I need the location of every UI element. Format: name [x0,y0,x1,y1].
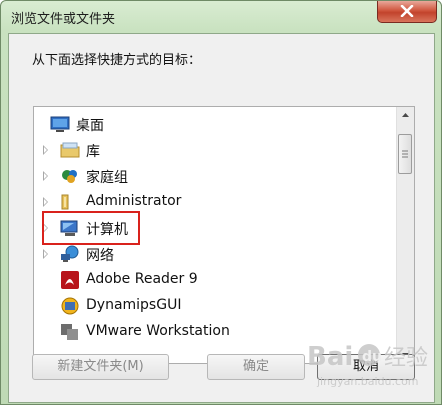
network-icon [61,245,79,262]
ok-button[interactable]: 确定 [207,354,305,380]
folder-tree[interactable]: 桌面 库 家庭组 Administrator 计算机 网络 Adobe Read… [33,106,415,364]
tree-item-vmware[interactable]: VMware Workstation [34,319,394,345]
vmware-icon [61,324,78,340]
expand-arrow-icon[interactable] [43,249,48,259]
desktop-icon [50,116,70,132]
title-bar[interactable]: 浏览文件或文件夹 [1,1,441,35]
window-title: 浏览文件或文件夹 [11,12,116,27]
tree-item-label: 网络 [86,248,114,264]
browse-dialog-window: 浏览文件或文件夹 从下面选择快捷方式的目标： 桌面 库 家庭组 Administ… [0,0,442,405]
adobe-reader-icon [61,271,79,289]
tree-item-homegroup[interactable]: 家庭组 [34,163,394,189]
homegroup-icon [62,170,77,183]
cancel-button[interactable]: 取消 [317,354,415,380]
tree-item-label: Administrator [86,193,182,209]
tree-item-label: 桌面 [76,118,104,134]
tree-item-adobe-reader[interactable]: Adobe Reader 9 [34,267,394,293]
expand-arrow-icon[interactable] [43,197,48,207]
tree-item-label: Adobe Reader 9 [86,271,198,287]
dialog-prompt: 从下面选择快捷方式的目标： [32,53,202,68]
tree-item-library[interactable]: 库 [34,137,394,163]
close-icon [400,5,414,17]
tree-item-label: VMware Workstation [86,323,230,339]
vertical-scrollbar[interactable] [396,107,414,363]
tree-item-label: 家庭组 [86,170,128,186]
tree-item-label: DynamipsGUI [86,297,182,313]
expand-arrow-icon[interactable] [43,145,48,155]
scrollbar-thumb[interactable] [398,134,412,174]
grip-icon [402,150,408,158]
tree-item-desktop[interactable]: 桌面 [34,111,394,137]
tree-item-label: 库 [86,144,100,160]
new-folder-button[interactable]: 新建文件夹(M) [32,354,169,380]
library-icon [60,142,80,158]
expand-arrow-icon[interactable] [43,171,48,181]
scroll-up-icon[interactable] [397,107,414,124]
highlight-box [42,211,140,245]
user-folder-icon [61,194,69,210]
dialog-client-area: 从下面选择快捷方式的目标： 桌面 库 家庭组 Administrator 计算机… [8,33,435,403]
close-button[interactable] [377,1,437,23]
dynamips-icon [61,297,79,315]
tree-item-dynamipsgui[interactable]: DynamipsGUI [34,293,394,319]
